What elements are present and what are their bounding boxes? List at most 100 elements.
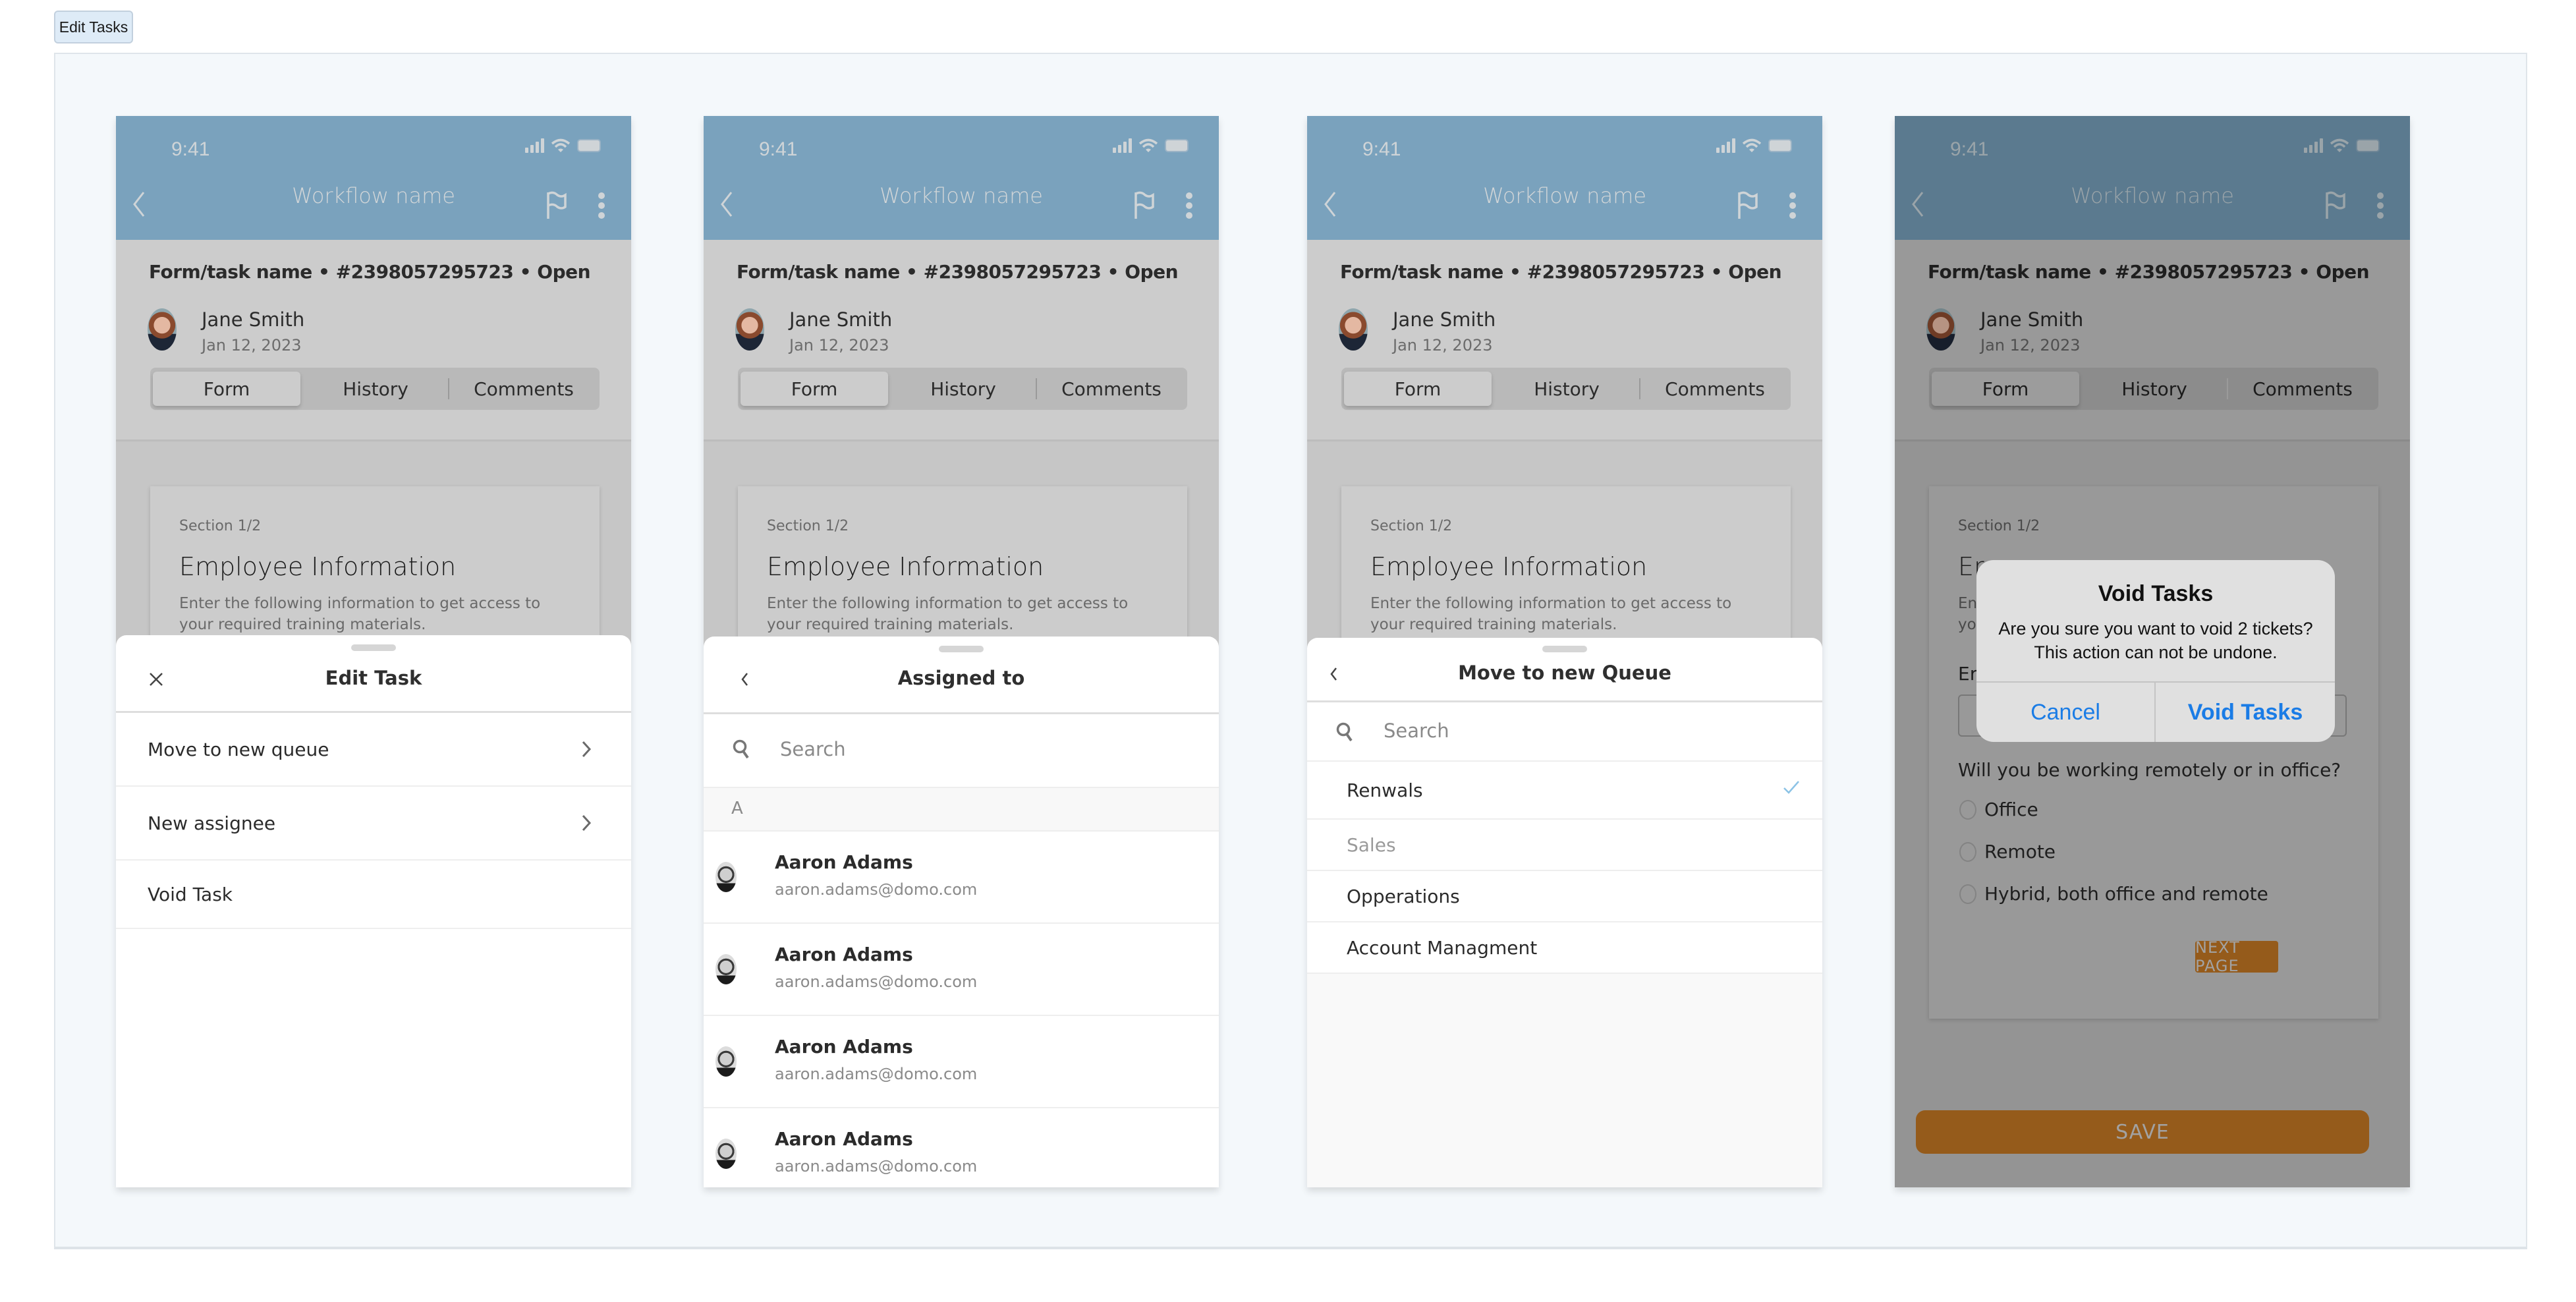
form-body: Section 1/2 Er En yo Er Will you be worki… xyxy=(1895,441,2410,1187)
wifi-icon xyxy=(1742,138,1762,153)
tab-comments[interactable]: Comments xyxy=(2228,372,2377,406)
queue-option-operations[interactable]: Opperations xyxy=(1307,871,1822,922)
list-item[interactable]: Aaron Adams aaron.adams@domo.com xyxy=(704,1108,1219,1187)
menu-item-move-queue[interactable]: Move to new queue xyxy=(116,713,631,787)
task-header-line: Form/task name • #2398057295723 • Open xyxy=(1340,261,1782,283)
section-label: Section 1/2 xyxy=(1958,518,2040,534)
person-name: Aaron Adams xyxy=(775,1128,913,1150)
desc-line-2: yo xyxy=(1958,616,1976,633)
radio-button[interactable] xyxy=(1959,884,1976,904)
status-icons xyxy=(525,138,601,153)
flag-icon[interactable] xyxy=(2323,190,2347,220)
list-item[interactable]: Aaron Adams aaron.adams@domo.com xyxy=(704,924,1219,1016)
status-icons xyxy=(1113,138,1189,153)
queue-option-account-management[interactable]: Account Managment xyxy=(1307,922,1822,974)
flag-icon[interactable] xyxy=(1735,190,1759,220)
status-icons xyxy=(2304,138,2380,153)
search-placeholder: Search xyxy=(1384,720,1449,742)
save-button[interactable]: SAVE xyxy=(1916,1110,2369,1154)
phone-edit-task: 9:41 Workflow name Form/task name • #239… xyxy=(116,116,631,1187)
menu-item-label: New assignee xyxy=(148,812,276,834)
tab-form[interactable]: Form xyxy=(741,372,888,406)
tab-comments[interactable]: Comments xyxy=(1037,372,1186,406)
tab-form[interactable]: Form xyxy=(1344,372,1492,406)
assignee-name: Jane Smith xyxy=(1393,308,1496,331)
queue-label: Account Managment xyxy=(1347,936,1538,959)
segmented-tabs: Form History Comments xyxy=(738,368,1187,410)
tab-comments[interactable]: Comments xyxy=(449,372,598,406)
sheet-title: Move to new Queue xyxy=(1458,662,1671,684)
checkmark-icon xyxy=(1783,781,1799,794)
tab-form[interactable]: Form xyxy=(153,372,300,406)
phone-assigned-to: 9:41 Workflow name Form/task name • #239… xyxy=(704,116,1219,1187)
section-description: Enter the following information to get a… xyxy=(1370,595,1732,633)
move-queue-sheet: Move to new Queue Search Renwals Sales O… xyxy=(1307,638,1822,1187)
signal-icon xyxy=(1716,138,1735,153)
task-date: Jan 12, 2023 xyxy=(1980,336,2081,354)
section-label: Section 1/2 xyxy=(767,518,849,534)
queue-option-sales: Sales xyxy=(1307,820,1822,871)
section-description: Enter the following information to get a… xyxy=(179,595,541,633)
more-vertical-icon[interactable] xyxy=(1788,192,1797,219)
search-icon xyxy=(733,739,749,759)
person-email: aaron.adams@domo.com xyxy=(775,1065,978,1083)
section-title: Employee Information xyxy=(767,552,1044,581)
more-vertical-icon[interactable] xyxy=(2376,192,2385,219)
more-vertical-icon[interactable] xyxy=(1185,192,1194,219)
radio-option-office[interactable]: Office xyxy=(1959,799,2038,820)
tab-history[interactable]: History xyxy=(1494,372,1639,406)
sheet-title: Assigned to xyxy=(897,667,1025,689)
sheet-header: Edit Task xyxy=(116,635,631,713)
status-time: 9:41 xyxy=(1950,138,1989,160)
tab-comments[interactable]: Comments xyxy=(1640,372,1789,406)
avatar xyxy=(735,308,764,351)
search-input[interactable]: Search xyxy=(1307,702,1822,762)
app-header: 9:41 Workflow name xyxy=(704,116,1219,240)
signal-icon xyxy=(1113,138,1132,153)
radio-button[interactable] xyxy=(1959,841,1976,862)
list-item[interactable]: Aaron Adams aaron.adams@domo.com xyxy=(704,832,1219,924)
radio-option-remote[interactable]: Remote xyxy=(1959,841,2056,863)
section-title: Employee Information xyxy=(1370,552,1648,581)
app-header: 9:41 Workflow name xyxy=(116,116,631,240)
sheet-title: Edit Task xyxy=(325,667,422,689)
battery-icon xyxy=(1768,139,1792,152)
cancel-button[interactable]: Cancel xyxy=(1976,683,2154,742)
avatar xyxy=(715,862,737,892)
tab-history[interactable]: History xyxy=(2082,372,2227,406)
tab-form[interactable]: Form xyxy=(1932,372,2079,406)
task-header-line: Form/task name • #2398057295723 • Open xyxy=(737,261,1179,283)
phone-void-alert: 9:41 Workflow name Form/task name • #239… xyxy=(1895,116,2410,1187)
segmented-tabs: Form History Comments xyxy=(1341,368,1791,410)
assignee-name: Jane Smith xyxy=(202,308,305,331)
flag-icon[interactable] xyxy=(1132,190,1156,220)
person-email: aaron.adams@domo.com xyxy=(775,1157,978,1175)
assignee-name: Jane Smith xyxy=(789,308,893,331)
queue-label: Opperations xyxy=(1347,885,1460,907)
list-item[interactable]: Aaron Adams aaron.adams@domo.com xyxy=(704,1016,1219,1108)
sheet-header: Assigned to xyxy=(704,637,1219,714)
more-vertical-icon[interactable] xyxy=(597,192,606,219)
section-title: Employee Information xyxy=(179,552,457,581)
status-icons xyxy=(1716,138,1792,153)
radio-button[interactable] xyxy=(1959,799,1976,820)
empty-area xyxy=(1307,974,1822,1187)
queue-option-renwals[interactable]: Renwals xyxy=(1307,762,1822,820)
next-page-button[interactable]: NEXT PAGE xyxy=(2195,938,2278,975)
tab-history[interactable]: History xyxy=(891,372,1036,406)
alert-title: Void Tasks xyxy=(2098,581,2214,606)
menu-item-void-task[interactable]: Void Task xyxy=(116,861,631,929)
wifi-icon xyxy=(1138,138,1158,153)
signal-icon xyxy=(2304,138,2323,153)
tab-history[interactable]: History xyxy=(303,372,448,406)
search-input[interactable]: Search xyxy=(704,714,1219,788)
menu-item-label: Move to new queue xyxy=(148,738,329,760)
edit-task-sheet: Edit Task Move to new queue New assignee… xyxy=(116,635,631,1187)
void-tasks-button[interactable]: Void Tasks xyxy=(2156,683,2335,742)
wifi-icon xyxy=(2330,138,2349,153)
segmented-tabs: Form History Comments xyxy=(1929,368,2378,410)
flag-icon[interactable] xyxy=(544,190,568,220)
menu-item-new-assignee[interactable]: New assignee xyxy=(116,787,631,861)
battery-icon xyxy=(1165,139,1189,152)
radio-option-hybrid[interactable]: Hybrid, both office and remote xyxy=(1959,883,2268,905)
